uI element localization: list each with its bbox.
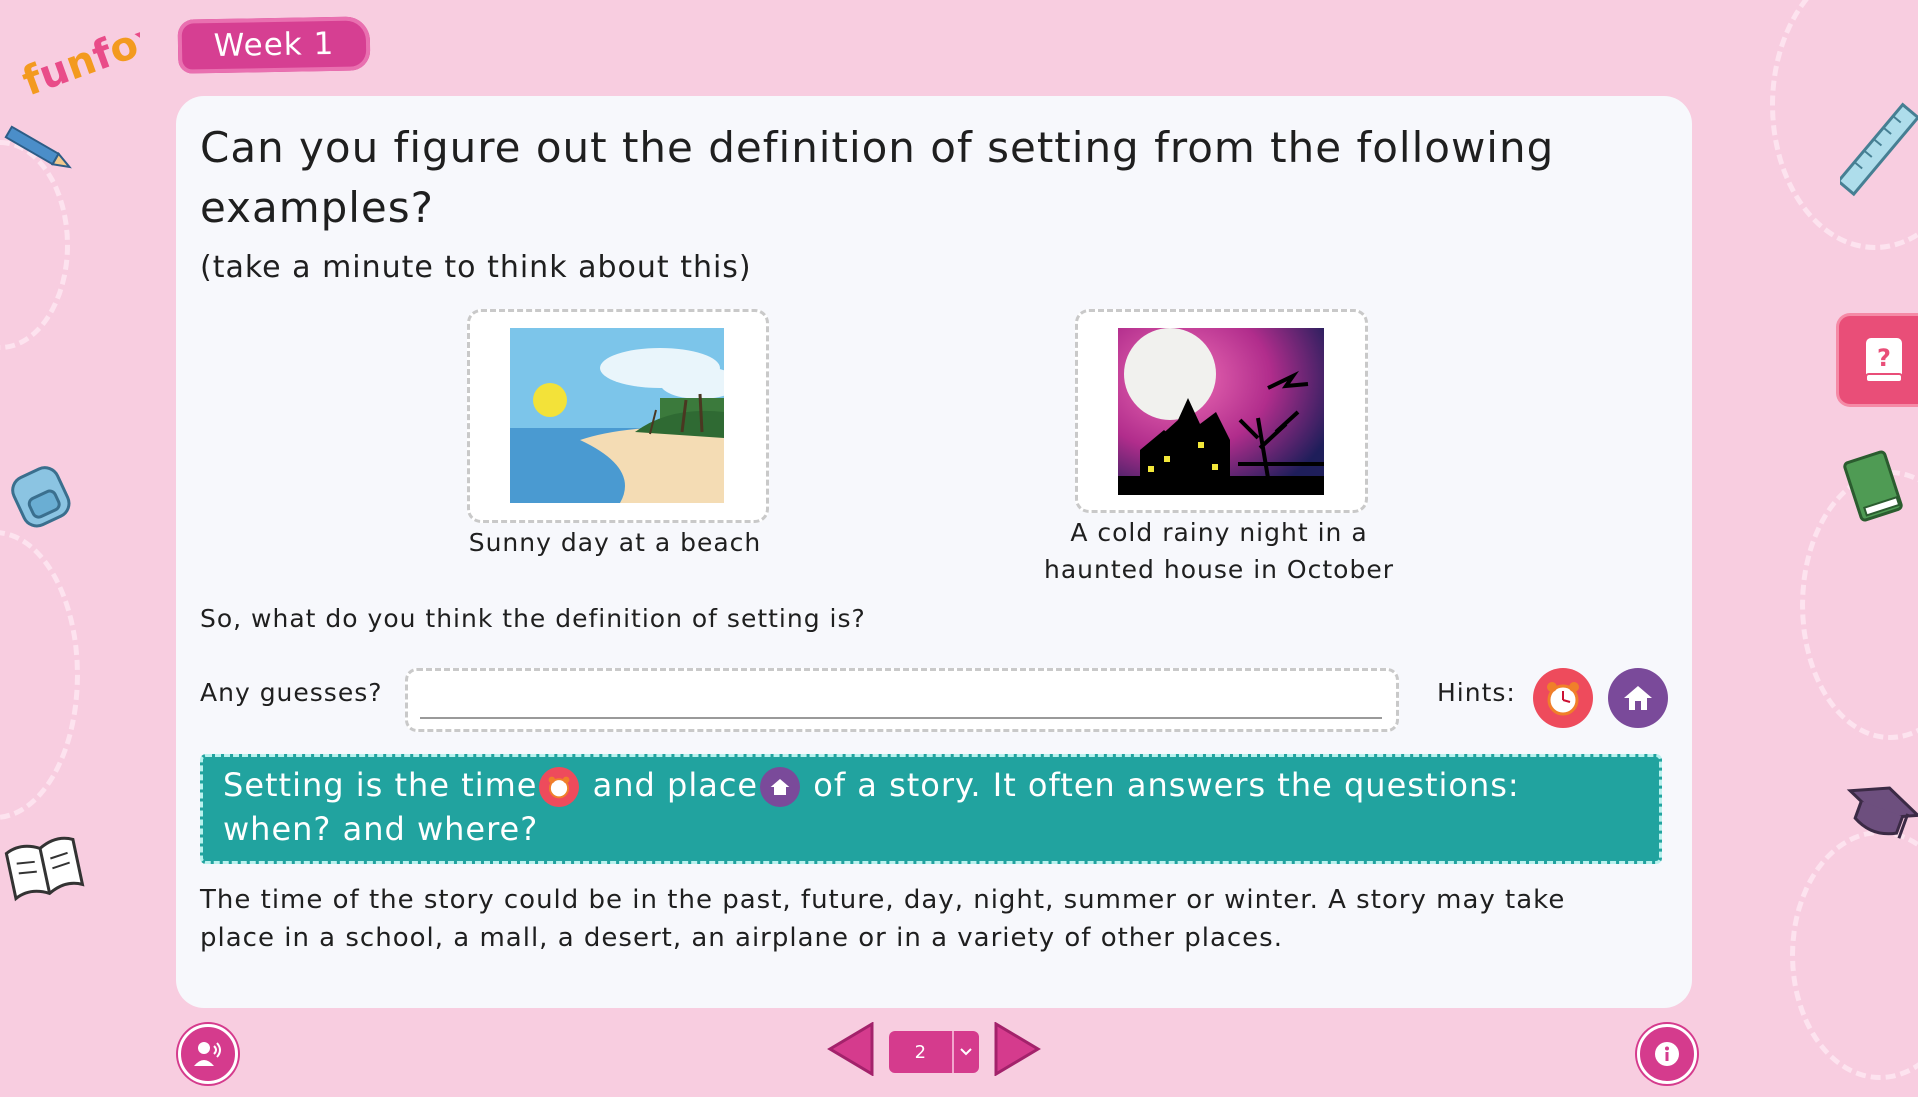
- house-icon: [1624, 686, 1652, 710]
- previous-page-button[interactable]: [826, 1022, 876, 1076]
- hint-time-button[interactable]: [1533, 668, 1593, 728]
- question-title: Can you figure out the definition of set…: [200, 123, 1555, 232]
- haunted-house-image-frame: [1075, 309, 1368, 513]
- alarm-clock-icon: [549, 776, 570, 799]
- pencil-icon: [4, 125, 72, 169]
- week-badge: Week 1: [177, 16, 371, 74]
- backpack-icon: [11, 466, 71, 528]
- definition-part-1: Setting is the time: [223, 766, 538, 804]
- svg-text:funfox: funfox: [17, 16, 140, 96]
- beach-caption: Sunny day at a beach: [468, 528, 762, 557]
- guess-box: [405, 668, 1399, 732]
- setting-explanation: The time of the story could be in the pa…: [200, 885, 1566, 953]
- graduation-cap-icon: [1846, 786, 1918, 839]
- haunted-house-caption: A cold rainy night in a haunted house in…: [1044, 518, 1394, 584]
- inline-house: [760, 767, 801, 807]
- info-icon: [1655, 1042, 1679, 1066]
- page-select[interactable]: 2: [889, 1031, 979, 1073]
- green-book-icon: [1843, 450, 1903, 522]
- hint-place-button[interactable]: [1608, 668, 1668, 728]
- funfox-logo: funfox: [17, 16, 140, 96]
- guess-input[interactable]: [420, 681, 1382, 719]
- decorative-curve: [0, 530, 80, 820]
- svg-text:?: ?: [1877, 344, 1891, 372]
- decorative-curve: [1790, 830, 1918, 1080]
- house-icon: [770, 779, 790, 795]
- definition-part-2: and place: [592, 766, 759, 804]
- chevron-down-icon: [951, 1031, 979, 1073]
- beach-image: [510, 328, 724, 503]
- info-button[interactable]: [1637, 1024, 1697, 1084]
- next-page-button[interactable]: [992, 1022, 1042, 1076]
- definition-box: Setting is the time and place of a story…: [200, 754, 1662, 864]
- beach-image-frame: [467, 309, 769, 523]
- audio-button[interactable]: [178, 1024, 238, 1084]
- question-book-icon: ?: [1865, 338, 1903, 383]
- haunted-house-image: [1118, 328, 1324, 495]
- question-subtitle: (take a minute to think about this): [200, 250, 752, 285]
- speaker-person-icon: [194, 1042, 221, 1066]
- open-book-icon: [4, 836, 85, 902]
- inline-clock: [539, 767, 580, 807]
- question-book-tab[interactable]: ?: [1836, 313, 1918, 407]
- definition-prompt: So, what do you think the definition of …: [200, 604, 866, 633]
- ruler-icon: [1840, 102, 1918, 197]
- alarm-clock-icon: [1547, 682, 1579, 716]
- hints-label: Hints:: [1437, 678, 1516, 707]
- guess-label: Any guesses?: [200, 678, 383, 707]
- page-number: 2: [914, 1041, 927, 1063]
